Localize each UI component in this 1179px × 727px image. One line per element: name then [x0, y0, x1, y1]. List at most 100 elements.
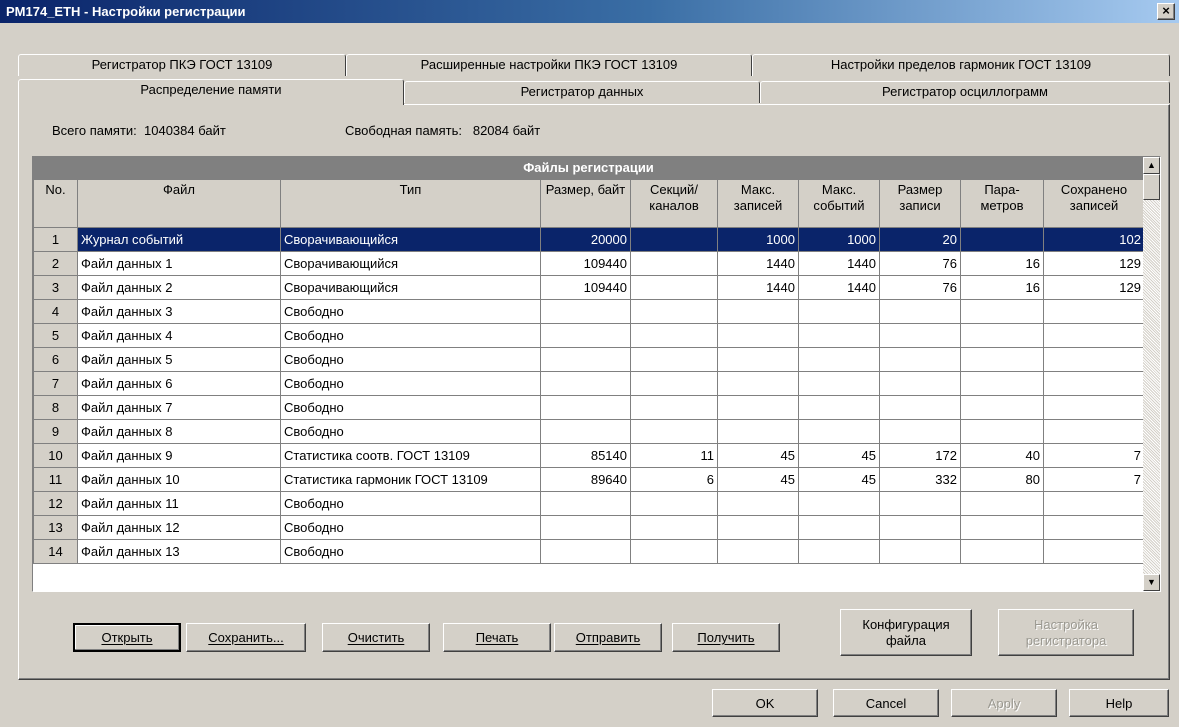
- cell-no[interactable]: 8: [33, 395, 78, 420]
- col-header-size[interactable]: Размер, байт: [540, 179, 631, 228]
- cell-file[interactable]: Файл данных 1: [77, 251, 281, 276]
- cell-record-size[interactable]: [879, 491, 961, 516]
- cell-record-size[interactable]: [879, 539, 961, 564]
- cell-size[interactable]: 85140: [540, 443, 631, 468]
- scroll-down-icon[interactable]: ▼: [1143, 574, 1160, 591]
- cell-max-events[interactable]: 1000: [798, 227, 880, 252]
- recorder-setup-button[interactable]: Настройка регистратора: [998, 609, 1134, 656]
- cell-max-records[interactable]: 45: [717, 467, 799, 492]
- cell-record-size[interactable]: 332: [879, 467, 961, 492]
- table-row[interactable]: 14 Файл данных 13 Свободно: [33, 539, 1145, 564]
- cell-parameters[interactable]: [960, 539, 1044, 564]
- cell-max-events[interactable]: [798, 347, 880, 372]
- cell-max-records[interactable]: [717, 419, 799, 444]
- cell-size[interactable]: 20000: [540, 227, 631, 252]
- cell-no[interactable]: 6: [33, 347, 78, 372]
- cell-parameters[interactable]: [960, 419, 1044, 444]
- cell-file[interactable]: Файл данных 8: [77, 419, 281, 444]
- cell-no[interactable]: 7: [33, 371, 78, 396]
- cell-max-events[interactable]: [798, 395, 880, 420]
- cell-size[interactable]: [540, 371, 631, 396]
- cell-max-records[interactable]: [717, 491, 799, 516]
- cell-saved-records[interactable]: 102: [1043, 227, 1145, 252]
- cell-parameters[interactable]: [960, 227, 1044, 252]
- table-row[interactable]: 12 Файл данных 11 Свободно: [33, 491, 1145, 516]
- cell-no[interactable]: 10: [33, 443, 78, 468]
- cell-file[interactable]: Файл данных 13: [77, 539, 281, 564]
- cell-sections[interactable]: [630, 323, 718, 348]
- cell-no[interactable]: 9: [33, 419, 78, 444]
- tab-data-recorder[interactable]: Регистратор данных: [404, 81, 760, 103]
- cell-no[interactable]: 12: [33, 491, 78, 516]
- col-header-type[interactable]: Тип: [280, 179, 541, 228]
- cell-max-records[interactable]: 1440: [717, 251, 799, 276]
- cell-type[interactable]: Свободно: [280, 515, 541, 540]
- cell-size[interactable]: [540, 419, 631, 444]
- cancel-button[interactable]: Cancel: [833, 689, 939, 717]
- cell-file[interactable]: Файл данных 10: [77, 467, 281, 492]
- cell-record-size[interactable]: [879, 371, 961, 396]
- cell-type[interactable]: Свободно: [280, 539, 541, 564]
- cell-file[interactable]: Файл данных 12: [77, 515, 281, 540]
- cell-sections[interactable]: 11: [630, 443, 718, 468]
- cell-sections[interactable]: [630, 371, 718, 396]
- ok-button[interactable]: OK: [712, 689, 818, 717]
- cell-size[interactable]: [540, 515, 631, 540]
- cell-file[interactable]: Файл данных 11: [77, 491, 281, 516]
- cell-sections[interactable]: [630, 299, 718, 324]
- cell-record-size[interactable]: [879, 299, 961, 324]
- cell-sections[interactable]: [630, 395, 718, 420]
- tab-waveform-recorder[interactable]: Регистратор осциллограмм: [760, 81, 1170, 103]
- cell-parameters[interactable]: [960, 515, 1044, 540]
- file-config-button[interactable]: Конфигурация файла: [840, 609, 972, 656]
- cell-parameters[interactable]: [960, 371, 1044, 396]
- cell-max-records[interactable]: 1440: [717, 275, 799, 300]
- cell-max-records[interactable]: [717, 299, 799, 324]
- cell-size[interactable]: 89640: [540, 467, 631, 492]
- tab-memory-allocation[interactable]: Распределение памяти: [18, 79, 404, 105]
- cell-sections[interactable]: [630, 515, 718, 540]
- vertical-scrollbar[interactable]: ▲ ▼: [1143, 157, 1160, 591]
- scroll-thumb[interactable]: [1143, 174, 1160, 200]
- table-row[interactable]: 8 Файл данных 7 Свободно: [33, 395, 1145, 420]
- cell-parameters[interactable]: 80: [960, 467, 1044, 492]
- cell-sections[interactable]: [630, 491, 718, 516]
- cell-record-size[interactable]: 20: [879, 227, 961, 252]
- cell-size[interactable]: [540, 395, 631, 420]
- save-button[interactable]: Сохранить...: [186, 623, 306, 652]
- close-button[interactable]: ×: [1157, 3, 1175, 20]
- cell-max-records[interactable]: [717, 539, 799, 564]
- tab-pqe-advanced[interactable]: Расширенные настройки ПКЭ ГОСТ 13109: [346, 54, 752, 76]
- cell-no[interactable]: 13: [33, 515, 78, 540]
- cell-sections[interactable]: [630, 275, 718, 300]
- cell-max-records[interactable]: 1000: [717, 227, 799, 252]
- cell-saved-records[interactable]: [1043, 491, 1145, 516]
- cell-type[interactable]: Сворачивающийся: [280, 227, 541, 252]
- log-files-grid[interactable]: Файлы регистрации No. Файл Тип Размер, б…: [32, 156, 1161, 592]
- cell-no[interactable]: 1: [33, 227, 78, 252]
- cell-max-records[interactable]: [717, 515, 799, 540]
- cell-record-size[interactable]: 76: [879, 275, 961, 300]
- cell-max-records[interactable]: [717, 371, 799, 396]
- cell-record-size[interactable]: [879, 347, 961, 372]
- cell-parameters[interactable]: 16: [960, 275, 1044, 300]
- col-header-sections[interactable]: Секций/ каналов: [630, 179, 718, 228]
- cell-saved-records[interactable]: [1043, 419, 1145, 444]
- cell-size[interactable]: [540, 539, 631, 564]
- clear-button[interactable]: Очистить: [322, 623, 430, 652]
- cell-max-events[interactable]: [798, 371, 880, 396]
- cell-size[interactable]: [540, 347, 631, 372]
- cell-no[interactable]: 5: [33, 323, 78, 348]
- col-header-file[interactable]: Файл: [77, 179, 281, 228]
- cell-type[interactable]: Свободно: [280, 347, 541, 372]
- cell-record-size[interactable]: [879, 515, 961, 540]
- cell-saved-records[interactable]: 129: [1043, 251, 1145, 276]
- cell-sections[interactable]: 6: [630, 467, 718, 492]
- cell-type[interactable]: Сворачивающийся: [280, 275, 541, 300]
- cell-max-records[interactable]: [717, 395, 799, 420]
- cell-file[interactable]: Файл данных 7: [77, 395, 281, 420]
- cell-record-size[interactable]: [879, 323, 961, 348]
- table-row[interactable]: 11 Файл данных 10 Статистика гармоник ГОСТ…: [33, 467, 1145, 492]
- cell-max-events[interactable]: [798, 491, 880, 516]
- cell-sections[interactable]: [630, 251, 718, 276]
